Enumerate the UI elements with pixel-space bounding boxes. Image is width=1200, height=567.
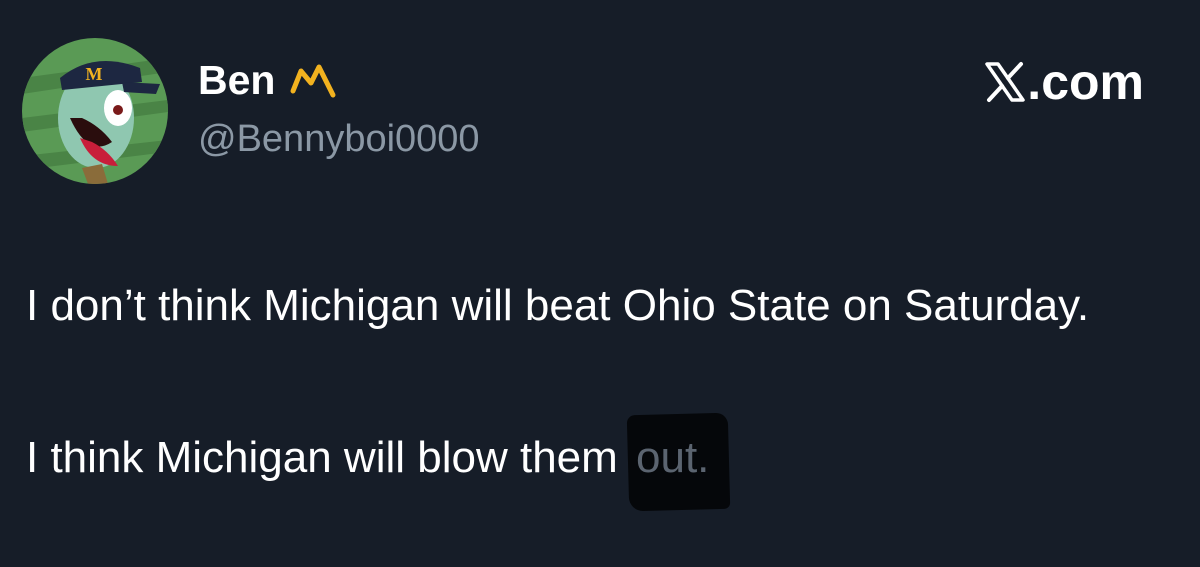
avatar-hat-letter: M [86, 64, 103, 84]
tweet-card: M Ben @Bennyboi0000 .com I don’t think M… [0, 0, 1200, 567]
michigan-m-icon [290, 64, 336, 98]
squidward-avatar-icon: M [22, 38, 168, 184]
tweet-paragraph-2-text: I think Michigan will blow them [26, 433, 631, 482]
author-name-row: Ben [198, 56, 337, 104]
scribbled-word-text: out. [636, 433, 710, 482]
tweet-body: I don’t think Michigan will beat Ohio St… [26, 268, 1176, 496]
avatar[interactable]: M [22, 38, 168, 184]
brand-watermark: .com [984, 54, 1144, 110]
author-handle[interactable]: @Bennyboi0000 [198, 116, 480, 162]
brand-label: .com [1027, 54, 1144, 110]
x-logo-icon [985, 62, 1026, 102]
author-display-name[interactable]: Ben [198, 56, 275, 104]
tweet-paragraph-2: I think Michigan will blow them out. [26, 420, 1176, 496]
scribbled-word: out. [630, 420, 715, 496]
tweet-paragraph-1: I don’t think Michigan will beat Ohio St… [26, 281, 1090, 330]
